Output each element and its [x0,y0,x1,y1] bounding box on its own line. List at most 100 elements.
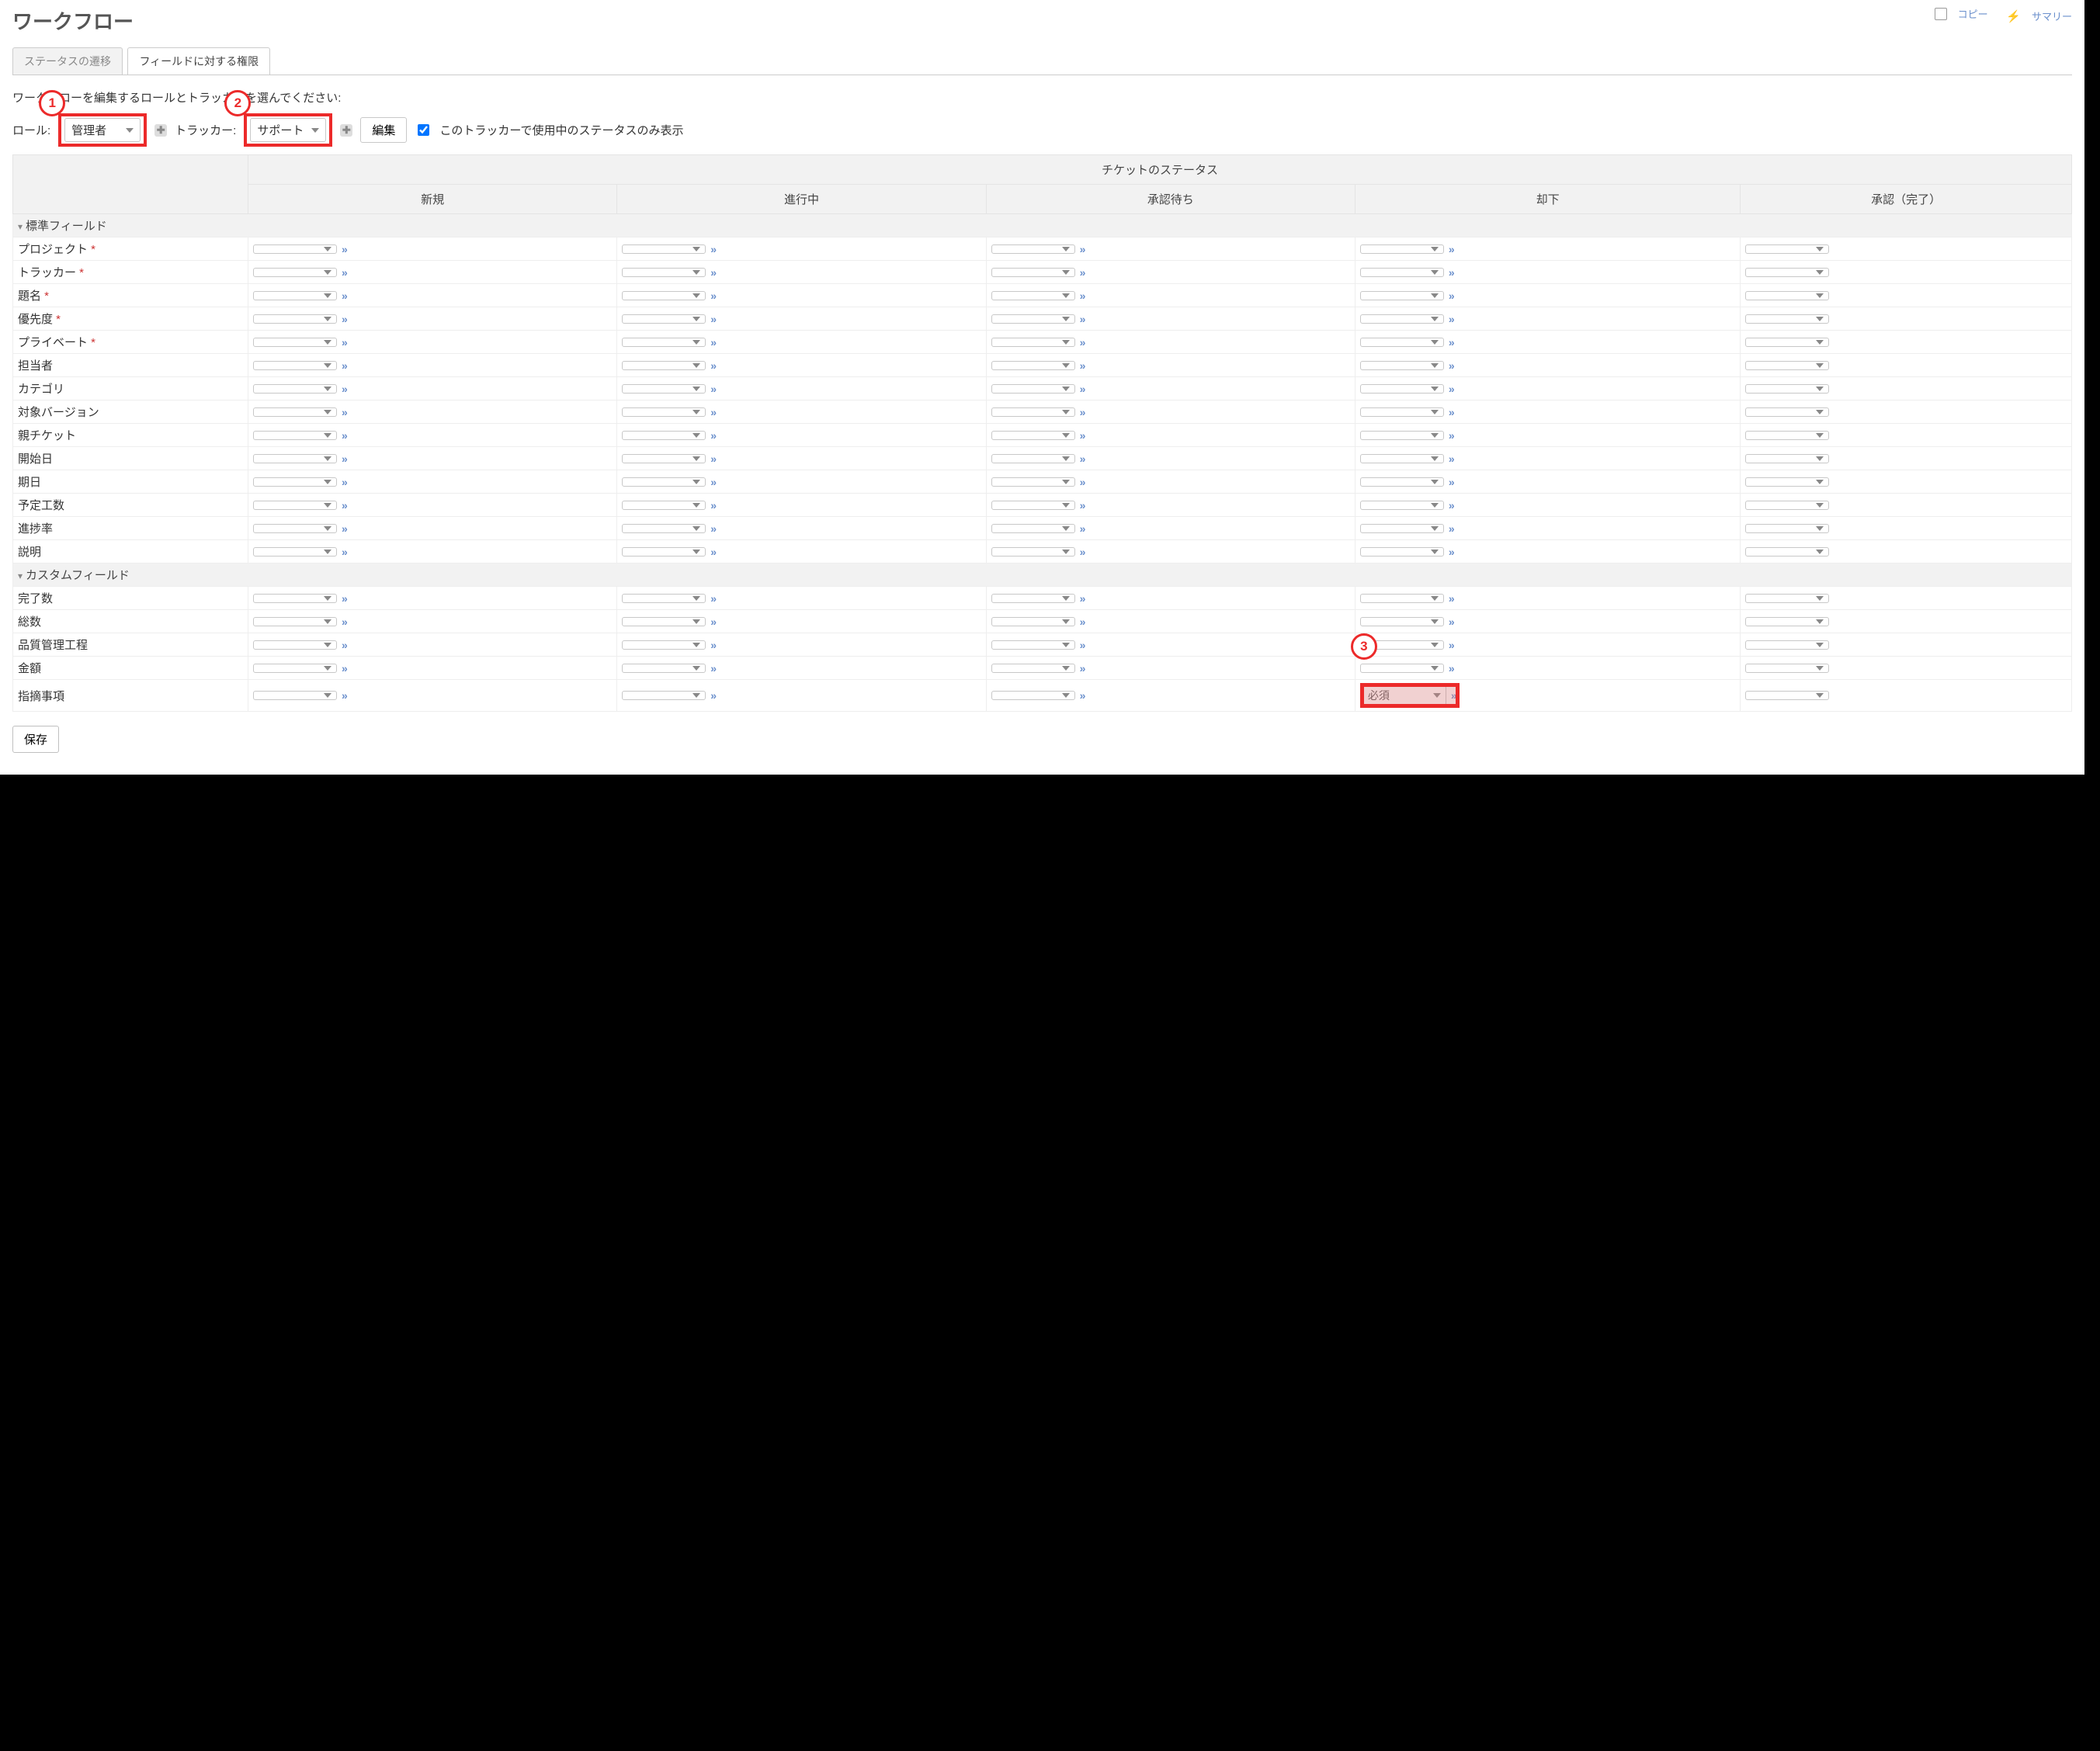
permission-select[interactable] [1745,524,1829,533]
copy-right-icon[interactable]: » [710,359,717,372]
permission-select[interactable] [1360,361,1444,370]
copy-right-icon[interactable]: » [1449,592,1455,605]
permission-select[interactable] [622,431,706,440]
permission-select[interactable] [991,244,1075,254]
permission-select[interactable] [991,431,1075,440]
copy-right-icon[interactable]: » [1449,266,1455,279]
copy-right-icon[interactable]: » [710,429,717,442]
copy-right-icon[interactable]: » [1080,266,1086,279]
permission-select[interactable] [991,291,1075,300]
copy-right-icon[interactable]: » [1449,476,1455,488]
copy-right-icon[interactable]: » [710,336,717,348]
copy-right-icon[interactable]: » [1449,615,1455,628]
permission-select[interactable] [991,617,1075,626]
copy-right-icon[interactable]: » [1449,499,1455,511]
permission-select[interactable] [253,407,337,417]
permission-select[interactable] [1360,477,1444,487]
permission-select[interactable] [991,664,1075,673]
tracker-expand-button[interactable]: ✚ [340,124,352,137]
copy-right-icon[interactable]: » [1080,452,1086,465]
copy-right-icon[interactable]: » [710,689,717,702]
copy-right-icon[interactable]: » [1080,336,1086,348]
permission-select[interactable] [622,314,706,324]
permission-select[interactable] [1745,291,1829,300]
permission-select[interactable] [991,384,1075,394]
permission-select[interactable] [622,501,706,510]
permission-select[interactable] [253,268,337,277]
copy-right-icon[interactable]: » [342,592,348,605]
permission-select[interactable] [1745,617,1829,626]
copy-right-icon[interactable]: » [342,689,348,702]
copy-right-icon[interactable]: » [1080,546,1086,558]
permission-select[interactable] [622,691,706,700]
copy-right-icon[interactable]: » [1080,429,1086,442]
copy-right-icon[interactable]: » [1080,615,1086,628]
copy-right-icon[interactable]: » [1449,522,1455,535]
permission-select[interactable] [991,640,1075,650]
copy-right-icon[interactable]: » [1449,429,1455,442]
permission-select[interactable] [1360,314,1444,324]
copy-right-icon[interactable]: » [710,313,717,325]
permission-select[interactable] [991,547,1075,557]
permission-select[interactable] [253,617,337,626]
copy-right-icon[interactable]: » [342,290,348,302]
copy-right-icon[interactable]: » [1449,243,1455,255]
permission-select[interactable] [1745,431,1829,440]
permission-select[interactable] [991,338,1075,347]
copy-right-icon[interactable]: » [710,266,717,279]
permission-select[interactable] [1745,361,1829,370]
only-used-statuses-checkbox[interactable] [418,124,429,136]
permission-select[interactable] [253,291,337,300]
permission-select[interactable] [1360,454,1444,463]
permission-select[interactable] [253,244,337,254]
permission-select[interactable] [991,314,1075,324]
permission-select[interactable] [1745,691,1829,700]
copy-right-icon[interactable]: » [1080,359,1086,372]
copy-right-icon[interactable]: » [1449,406,1455,418]
copy-right-icon[interactable]: » [710,662,717,674]
copy-right-icon[interactable]: » [1451,689,1457,702]
copy-right-icon[interactable]: » [710,243,717,255]
copy-right-icon[interactable]: » [1080,313,1086,325]
copy-right-icon[interactable]: » [710,522,717,535]
section-header[interactable]: ▾標準フィールド [13,214,2072,238]
copy-right-icon[interactable]: » [1449,313,1455,325]
permission-select[interactable] [1360,664,1444,673]
copy-right-icon[interactable]: » [342,499,348,511]
permission-select[interactable] [1745,501,1829,510]
copy-right-icon[interactable]: » [342,476,348,488]
copy-right-icon[interactable]: » [1080,522,1086,535]
permission-select[interactable] [1360,384,1444,394]
permission-select[interactable] [1360,547,1444,557]
tab-field-permissions[interactable]: フィールドに対する権限 [127,47,270,75]
save-button[interactable]: 保存 [12,726,59,753]
permission-select[interactable] [253,454,337,463]
copy-right-icon[interactable]: » [342,522,348,535]
copy-right-icon[interactable]: » [710,546,717,558]
copy-right-icon[interactable]: » [342,266,348,279]
permission-select[interactable] [1745,268,1829,277]
permission-select[interactable] [253,477,337,487]
copy-right-icon[interactable]: » [710,383,717,395]
copy-link[interactable]: コピー [1927,6,1988,21]
copy-right-icon[interactable]: » [710,452,717,465]
permission-select[interactable] [622,524,706,533]
permission-select[interactable] [622,664,706,673]
copy-right-icon[interactable]: » [1449,662,1455,674]
permission-select[interactable] [253,338,337,347]
copy-right-icon[interactable]: » [342,243,348,255]
permission-select[interactable] [1745,244,1829,254]
copy-right-icon[interactable]: » [710,615,717,628]
role-expand-button[interactable]: ✚ [154,124,167,137]
copy-right-icon[interactable]: » [1449,336,1455,348]
permission-select[interactable] [991,594,1075,603]
permission-select[interactable] [991,361,1075,370]
permission-select[interactable]: 必須 [1362,685,1446,706]
permission-select[interactable] [622,338,706,347]
permission-select[interactable] [991,477,1075,487]
permission-select[interactable] [253,314,337,324]
copy-right-icon[interactable]: » [710,499,717,511]
permission-select[interactable] [1745,594,1829,603]
tab-transitions[interactable]: ステータスの遷移 [12,47,123,75]
copy-right-icon[interactable]: » [1449,452,1455,465]
